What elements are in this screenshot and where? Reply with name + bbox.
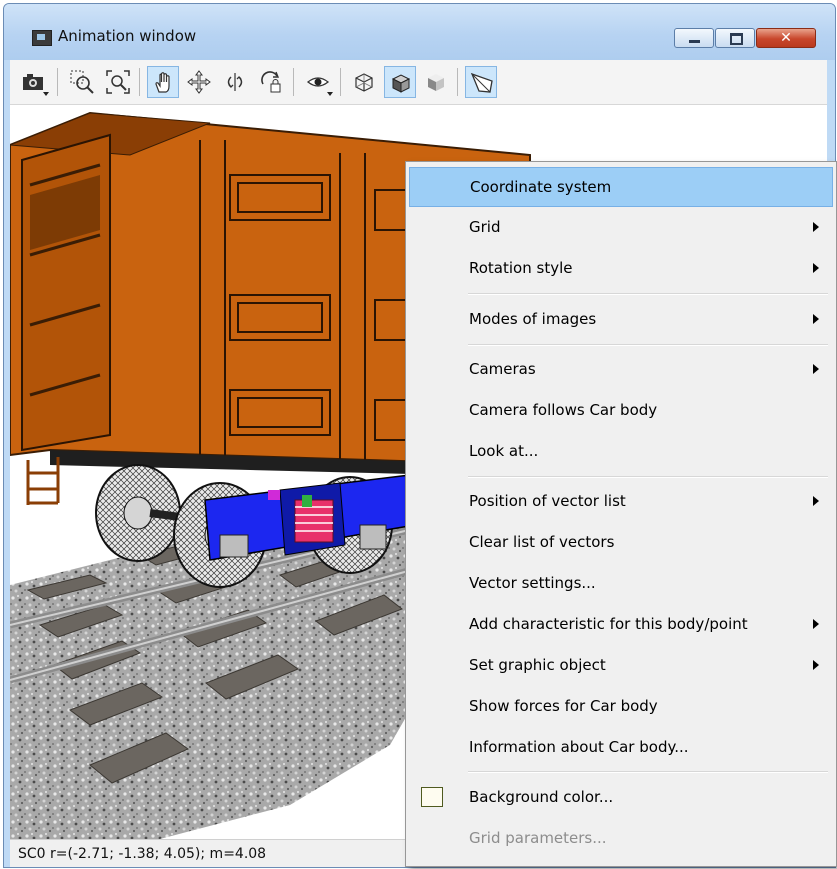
- menu-item-cameras[interactable]: Cameras: [409, 350, 833, 390]
- rotate-locked-icon: [261, 71, 281, 93]
- window-title: Animation window: [58, 27, 197, 45]
- submenu-arrow-icon: [813, 222, 819, 232]
- submenu-arrow-icon: [813, 496, 819, 506]
- rotate-locked-button[interactable]: [255, 66, 287, 98]
- perspective-button[interactable]: [465, 66, 497, 98]
- menu-item-rotation-style[interactable]: Rotation style: [409, 249, 833, 289]
- submenu-arrow-icon: [813, 660, 819, 670]
- shaded-mode-button[interactable]: [384, 66, 416, 98]
- menu-item-label: Rotation style: [469, 259, 573, 277]
- zoom-fit-button[interactable]: [102, 66, 134, 98]
- camera-snapshot-button[interactable]: [18, 66, 50, 98]
- wireframe-cube-icon: [355, 73, 373, 92]
- menu-item-add-characteristic[interactable]: Add characteristic for this body/point: [409, 605, 833, 645]
- menu-item-grid-parameters: Grid parameters...: [409, 819, 833, 859]
- close-icon: ✕: [780, 30, 792, 46]
- toolbar: [10, 60, 827, 105]
- close-button[interactable]: ✕: [756, 28, 816, 48]
- minimize-button[interactable]: [674, 28, 714, 48]
- menu-item-set-graphic-object[interactable]: Set graphic object: [409, 646, 833, 686]
- submenu-arrow-icon: [813, 364, 819, 374]
- menu-item-clear-list-of-vectors[interactable]: Clear list of vectors: [409, 523, 833, 563]
- menu-item-label: Camera follows Car body: [469, 401, 658, 419]
- submenu-arrow-icon: [813, 314, 819, 324]
- zoom-fit-icon: [106, 70, 130, 94]
- maximize-button[interactable]: [715, 28, 755, 48]
- background-color-swatch: [421, 787, 443, 807]
- menu-item-label: Cameras: [469, 360, 536, 378]
- menu-item-background-color[interactable]: Background color...: [409, 778, 833, 818]
- menu-item-position-of-vector-list[interactable]: Position of vector list: [409, 482, 833, 522]
- menu-item-coordinate-system[interactable]: Coordinate system: [409, 167, 833, 207]
- menu-item-camera-follows[interactable]: Camera follows Car body: [409, 391, 833, 431]
- rotate-horizontal-button[interactable]: [219, 66, 251, 98]
- menu-item-label: Background color...: [469, 788, 614, 806]
- wireframe-mode-button[interactable]: [348, 66, 380, 98]
- context-menu: Coordinate system Grid Rotation style Mo…: [405, 161, 837, 867]
- menu-item-label: Clear list of vectors: [469, 533, 615, 551]
- menu-separator: [468, 771, 828, 773]
- camera-snapshot-icon: [23, 74, 43, 90]
- move-arrows-icon: [187, 70, 211, 94]
- menu-item-label: Coordinate system: [470, 178, 612, 196]
- menu-separator: [468, 476, 828, 478]
- move-arrows-button[interactable]: [183, 66, 215, 98]
- menu-item-label: Position of vector list: [469, 492, 626, 510]
- menu-item-vector-settings[interactable]: Vector settings...: [409, 564, 833, 604]
- perspective-view-icon: [470, 72, 493, 93]
- solid-mode-button[interactable]: [420, 66, 452, 98]
- menu-item-grid[interactable]: Grid: [409, 208, 833, 248]
- pan-hand-button[interactable]: [147, 66, 179, 98]
- menu-item-label: Look at...: [469, 442, 539, 460]
- zoom-region-icon: [70, 70, 94, 94]
- title-bar[interactable]: Animation window ✕: [4, 4, 835, 60]
- menu-item-show-forces[interactable]: Show forces for Car body: [409, 687, 833, 727]
- solid-cube-icon: [428, 74, 444, 91]
- menu-item-label: Show forces for Car body: [469, 697, 658, 715]
- menu-separator: [468, 344, 828, 346]
- menu-item-label: Modes of images: [469, 310, 597, 328]
- menu-item-label: Information about Car body...: [469, 738, 689, 756]
- menu-item-label: Set graphic object: [469, 656, 606, 674]
- menu-item-look-at[interactable]: Look at...: [409, 432, 833, 472]
- visibility-button[interactable]: [302, 66, 334, 98]
- menu-item-label: Grid parameters...: [469, 829, 607, 847]
- menu-item-label: Vector settings...: [469, 574, 596, 592]
- zoom-region-button[interactable]: [66, 66, 98, 98]
- status-coordinates: SC0 r=(-2.71; -1.38; 4.05); m=4.08: [18, 846, 267, 862]
- menu-separator: [468, 293, 828, 295]
- rotate-horizontal-icon: [227, 73, 243, 91]
- submenu-arrow-icon: [813, 619, 819, 629]
- menu-item-label: Add characteristic for this body/point: [469, 615, 748, 633]
- pan-hand-icon: [155, 72, 170, 93]
- app-window-icon: [32, 30, 52, 46]
- menu-item-modes-of-images[interactable]: Modes of images: [409, 300, 833, 340]
- visibility-eye-icon: [306, 77, 330, 87]
- shaded-cube-icon: [391, 74, 411, 93]
- menu-item-label: Grid: [469, 218, 501, 236]
- submenu-arrow-icon: [813, 263, 819, 273]
- menu-item-information-about[interactable]: Information about Car body...: [409, 728, 833, 768]
